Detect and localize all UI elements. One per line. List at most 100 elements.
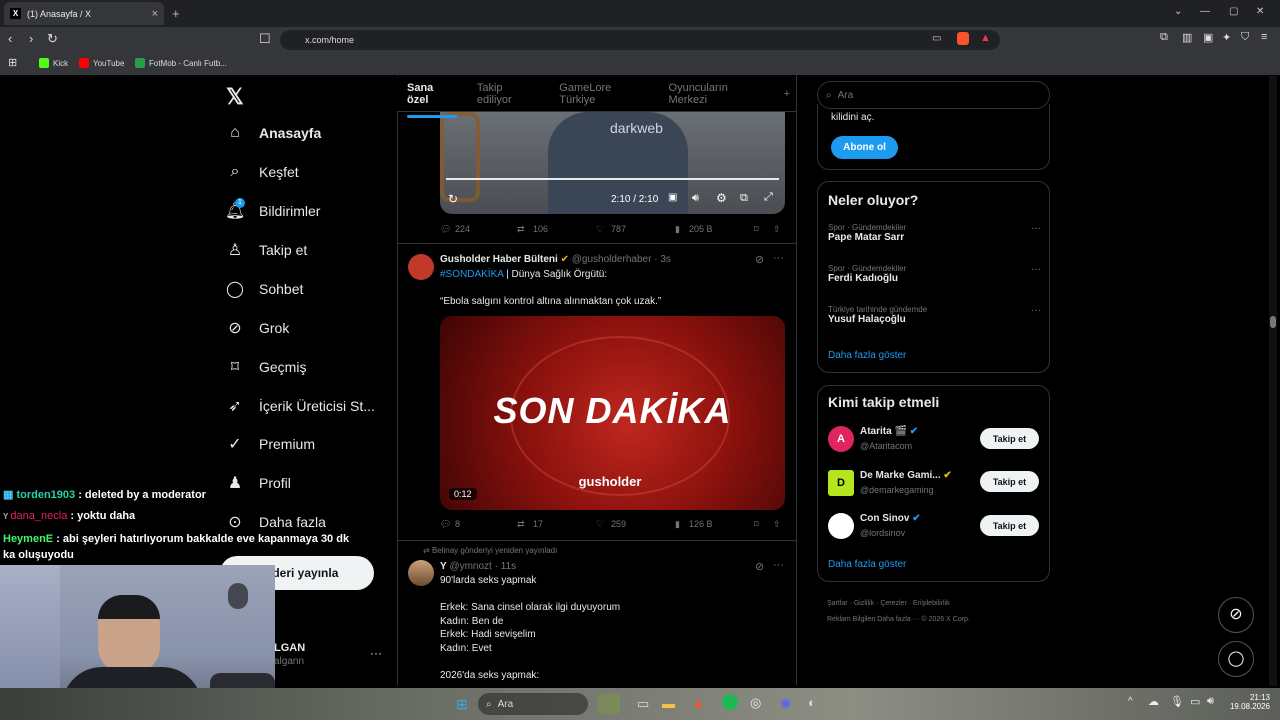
forward-icon[interactable]: › (29, 31, 33, 46)
search-input[interactable]: ⌕ Ara (817, 81, 1050, 109)
brave-shield-icon[interactable] (957, 32, 969, 45)
start-icon[interactable]: ⊞ (456, 696, 468, 713)
tray-app-icon[interactable]: ☁ (1148, 695, 1159, 708)
footer-link[interactable]: Çerezler (880, 600, 906, 607)
maximize-icon[interactable]: ▢ (1229, 6, 1238, 17)
settings-icon[interactable]: ⚙ (716, 191, 727, 205)
footer-link[interactable]: Reklam Bilgileri Daha fazla ··· © 2026 X… (827, 616, 970, 623)
reply-icon[interactable]: 💬︎ (440, 224, 451, 235)
scrollbar[interactable] (1269, 76, 1277, 686)
grok-explain-icon[interactable]: ⊘ (755, 560, 764, 573)
trend-item[interactable]: Spor · Gündemdekiler Pape Matar Sarr ··· (828, 223, 1041, 243)
cast-icon[interactable]: ▭ (932, 33, 941, 44)
tweet-author-name[interactable]: Y (440, 561, 447, 572)
fullscreen-icon[interactable]: ⤢ (764, 191, 773, 204)
repost-label[interactable]: Belinay gönderiyi yeniden yayınladı (432, 546, 557, 555)
sidebar-item-home[interactable]: ⌂ Anasayfa (226, 124, 321, 142)
brave-rewards-icon[interactable]: ▲ (980, 32, 991, 44)
sidebar-item-chat[interactable]: ◯ Sohbet (226, 280, 303, 298)
bookmark-fotmob[interactable]: FotMob - Canlı Futb... (135, 58, 227, 68)
replay-icon[interactable]: ↻ (448, 192, 458, 206)
tab-following[interactable]: Takip ediliyor (467, 82, 549, 106)
browser-tab[interactable]: X (1) Anasayfa / X × (4, 2, 164, 25)
taskbar-clock[interactable]: 21:13 19.08.2026 (1228, 693, 1270, 711)
app-icon[interactable]: ◎ (750, 695, 761, 711)
avatar[interactable]: D (828, 470, 854, 496)
minimize-icon[interactable]: — (1200, 6, 1210, 17)
new-tab-icon[interactable]: + (172, 6, 180, 21)
scrollbar-thumb[interactable] (1270, 316, 1276, 328)
apps-icon[interactable]: ⊞ (8, 56, 17, 69)
tweet-media-image[interactable]: SON DAKİKA gusholder 0:12 (440, 316, 785, 510)
account-menu-icon[interactable]: ··· (370, 646, 382, 660)
tweet-author-name[interactable]: Gusholder Haber Bülteni (440, 254, 558, 265)
spotify-icon[interactable] (722, 694, 738, 710)
brave-icon[interactable]: ▲ (692, 695, 705, 710)
footer-link[interactable]: Erişilebilirlik (913, 600, 950, 607)
bookmark-page-icon[interactable]: ☐ (259, 31, 271, 47)
discord-icon[interactable]: ◉ (780, 695, 791, 711)
bookmark-icon[interactable]: ⌑ (754, 224, 759, 235)
bookmark-icon[interactable]: ⌑ (754, 519, 759, 530)
footer-link[interactable]: Şartlar (827, 600, 848, 607)
captions-icon[interactable]: ▣ (668, 192, 677, 203)
tweet-author-handle[interactable]: @gusholderhaber (572, 254, 652, 265)
x-logo-icon[interactable]: 𝕏 (226, 84, 244, 110)
follow-button[interactable]: Takip et (980, 471, 1039, 492)
sidebar-item-bookmarks[interactable]: ⌑ Geçmiş (226, 358, 307, 376)
pip-icon[interactable]: ⧉ (740, 192, 748, 205)
follow-suggestion-name[interactable]: Con Sinov ✔ (860, 513, 921, 524)
share-icon[interactable]: ⇧ (773, 519, 781, 530)
follow-button[interactable]: Takip et (980, 428, 1039, 449)
retweet-icon[interactable]: ⇄ (517, 224, 525, 235)
microphone-icon[interactable]: 🎙︎ (1170, 695, 1184, 708)
sidebar-item-more[interactable]: ⊙ Daha fazla (226, 513, 326, 531)
volume-icon[interactable]: 🔊︎ (1207, 695, 1214, 708)
follow-button[interactable]: Takip et (980, 515, 1039, 536)
menu-icon[interactable]: ≡ (1261, 31, 1267, 43)
wallet-icon[interactable]: ▣ (1203, 31, 1213, 44)
sidebar-item-premium[interactable]: ✓ Premium (226, 435, 315, 453)
tweet-time[interactable]: 11s (501, 561, 516, 572)
reload-icon[interactable]: ↻ (47, 31, 58, 47)
avatar[interactable]: A (828, 426, 854, 452)
account-name[interactable]: LGAN (274, 642, 305, 654)
network-icon[interactable]: ▭ (1190, 695, 1200, 708)
tab-oyuncularin-merkezi[interactable]: Oyuncuların Merkezi (659, 82, 778, 106)
sidebar-item-grok[interactable]: ⊘ Grok (226, 319, 289, 337)
tweet-time[interactable]: 3s (660, 254, 671, 265)
tab-gamelore[interactable]: GameLore Türkiye (549, 82, 658, 106)
like-icon[interactable]: ♡ (596, 224, 604, 235)
trend-more-icon[interactable]: ··· (1031, 264, 1041, 275)
follow-suggestion-name[interactable]: Atarita 🎬 ✔ (860, 426, 918, 437)
sidebar-item-follow[interactable]: ♙ Takip et (226, 241, 307, 259)
back-icon[interactable]: ‹ (8, 31, 12, 46)
share-icon[interactable]: ⇧ (773, 224, 781, 235)
like-icon[interactable]: ♡ (596, 519, 604, 530)
retweet-icon[interactable]: ⇄ (517, 519, 525, 530)
subscribe-button[interactable]: Abone ol (831, 136, 898, 159)
sidebar-item-creator-studio[interactable]: ➶ İçerik Üreticisi St... (226, 397, 375, 415)
tray-chevron-icon[interactable]: ^ (1128, 696, 1133, 707)
steam-icon[interactable]: ◐ (808, 695, 816, 710)
taskbar-search[interactable]: ⌕ Ara (478, 693, 588, 715)
sidebar-item-explore[interactable]: ⌕ Keşfet (226, 163, 299, 181)
tab-for-you[interactable]: Sana özel (397, 82, 467, 118)
avatar[interactable] (828, 513, 854, 539)
vpn-icon[interactable]: ⛉ (1241, 31, 1249, 44)
volume-icon[interactable]: 🔊︎ (692, 192, 699, 205)
hashtag-link[interactable]: #SONDAKİKA (440, 269, 503, 280)
file-explorer-icon[interactable]: ▬ (662, 696, 675, 711)
tweet-more-icon[interactable]: ··· (773, 559, 784, 571)
tweet-more-icon[interactable]: ··· (773, 252, 784, 264)
video-progress-bar[interactable] (446, 178, 779, 180)
trend-more-icon[interactable]: ··· (1031, 305, 1041, 316)
tab-search-icon[interactable]: ⌄ (1174, 6, 1182, 17)
extensions-icon[interactable]: ⧉ (1160, 31, 1168, 44)
grok-fab-icon[interactable]: ⊘ (1218, 597, 1254, 633)
show-more-link[interactable]: Daha fazla göster (828, 559, 906, 570)
tweet-video[interactable]: darkweb ↻ 2:10 / 2:10 ▣ 🔊︎ ⚙ ⧉ ⤢ (440, 112, 785, 214)
grok-explain-icon[interactable]: ⊘ (755, 253, 764, 266)
task-view-icon[interactable]: ▭ (637, 696, 649, 712)
chat-fab-icon[interactable]: ◯ (1218, 641, 1254, 677)
